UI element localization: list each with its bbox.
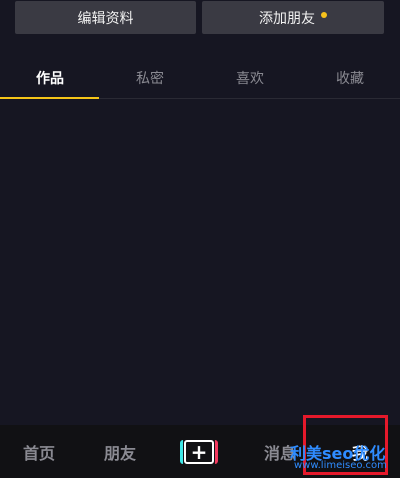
tab-private[interactable]: 私密 [100, 58, 200, 98]
add-friends-button[interactable]: 添加朋友 [202, 1, 384, 34]
profile-action-row: 编辑资料 添加朋友 [0, 0, 400, 36]
profile-screen: 编辑资料 添加朋友 作品 私密 喜欢 收藏 首页 朋友 + 消息 我 利美seo… [0, 0, 400, 478]
watermark: 利美seo优化 www.limeiseo.com [290, 440, 400, 478]
nav-home-label: 首页 [22, 443, 55, 463]
works-content-area [0, 99, 400, 425]
tab-works-label: 作品 [36, 71, 64, 87]
tab-likes[interactable]: 喜欢 [200, 58, 300, 98]
profile-tabs: 作品 私密 喜欢 收藏 [0, 58, 400, 99]
create-post-button[interactable]: + [180, 440, 218, 464]
edit-profile-label: 编辑资料 [77, 10, 134, 27]
tab-private-label: 私密 [136, 71, 164, 87]
tab-favorites[interactable]: 收藏 [300, 58, 400, 98]
plus-icon: + [184, 440, 214, 464]
nav-friends[interactable]: 朋友 [80, 425, 160, 478]
watermark-url: www.limeiseo.com [294, 460, 387, 471]
add-friends-label: 添加朋友 [259, 10, 315, 27]
notification-dot-icon [321, 11, 327, 18]
tab-likes-label: 喜欢 [236, 71, 264, 87]
edit-profile-button[interactable]: 编辑资料 [15, 1, 196, 34]
nav-home[interactable]: 首页 [0, 425, 78, 478]
tab-works[interactable]: 作品 [0, 58, 100, 98]
tab-favorites-label: 收藏 [336, 71, 364, 87]
nav-friends-label: 朋友 [103, 443, 136, 463]
